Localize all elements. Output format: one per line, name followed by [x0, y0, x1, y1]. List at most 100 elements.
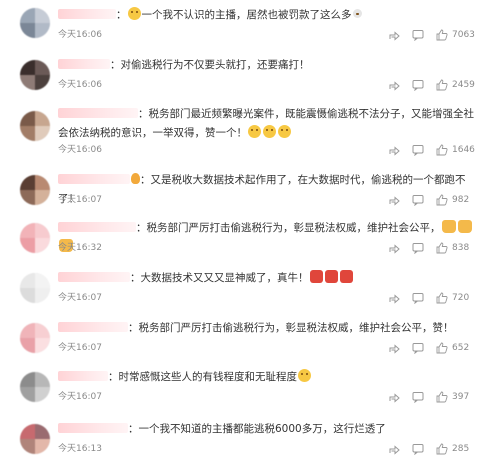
avatar[interactable] [20, 273, 50, 303]
avatar[interactable] [20, 175, 50, 205]
red-emoji-icon [324, 270, 338, 283]
avatar-tile [20, 288, 35, 303]
comment-icon[interactable] [412, 391, 424, 403]
share-icon[interactable] [388, 194, 400, 206]
comment-meta: 今天16:06 1646 [58, 143, 478, 157]
comment-item: ：又是税收大数据技术起作用了，在大数据时代，偷逃税的一个都跑不了！ 今天16:0… [0, 171, 500, 211]
avatar[interactable] [20, 424, 50, 454]
comment-text: 大数据技术又又又显神威了，真牛！ [140, 272, 309, 284]
avatar-tile [35, 424, 50, 439]
username-blurred[interactable] [58, 222, 136, 232]
avatar-tile [20, 8, 35, 23]
emoji-icon [352, 9, 362, 18]
timestamp: 今天16:07 [58, 293, 102, 303]
avatar[interactable] [20, 223, 50, 253]
red-emoji-icon [309, 270, 323, 283]
comment-meta: 今天16:06 2459 [58, 78, 478, 92]
colon: ： [116, 9, 127, 21]
username-blurred[interactable] [58, 322, 128, 332]
comment-text: 税务部门严厉打击偷逃税行为，彰显税法权威，维护社会公平， [146, 222, 441, 234]
like-icon[interactable] [436, 342, 448, 354]
avatar-tile [20, 23, 35, 38]
colon: ： [130, 272, 141, 284]
like-count: 1646 [452, 145, 475, 155]
username-blurred[interactable] [58, 272, 130, 282]
username-blurred[interactable] [58, 108, 138, 118]
username-blurred[interactable] [58, 59, 110, 69]
like-icon[interactable] [436, 242, 448, 254]
comment-meta: 今天16:32 838 [58, 241, 478, 255]
comment-body: ：对偷逃税行为不仅要头就打，还要痛打！ [58, 56, 480, 75]
comment-icon[interactable] [412, 29, 424, 41]
share-icon[interactable] [388, 79, 400, 91]
share-icon[interactable] [388, 391, 400, 403]
like-count: 2459 [452, 80, 475, 90]
comment-text: 税务部门严厉打击偷逃税行为，彰显税法权威，维护社会公平，赞！ [138, 322, 454, 334]
share-icon[interactable] [388, 242, 400, 254]
avatar-tile [35, 439, 50, 454]
comment-text: 一个我不知道的主播都能逃税6000多万，这行烂透了 [138, 423, 386, 435]
like-icon[interactable] [436, 29, 448, 41]
share-icon[interactable] [388, 292, 400, 304]
avatar[interactable] [20, 323, 50, 353]
timestamp: 今天16:07 [58, 195, 102, 205]
like-icon[interactable] [436, 79, 448, 91]
comment-icon[interactable] [412, 194, 424, 206]
comment-item: ：税务部门严厉打击偷逃税行为，彰显税法权威，维护社会公平，赞！ 今天16:07 … [0, 319, 500, 359]
comment-item: ：一个我不知道的主播都能逃税6000多万，这行烂透了 今天16:13 285 [0, 420, 500, 460]
comment-icon[interactable] [412, 342, 424, 354]
avatar-tile [35, 8, 50, 23]
username-blurred[interactable] [58, 9, 116, 19]
comment-icon[interactable] [412, 292, 424, 304]
avatar[interactable] [20, 372, 50, 402]
comment-meta: 今天16:07 397 [58, 390, 478, 404]
avatar-tile [20, 323, 35, 338]
colon: ： [128, 322, 139, 334]
avatar-tile [20, 439, 35, 454]
comment-icon[interactable] [412, 79, 424, 91]
smiley-emoji-icon [127, 7, 141, 20]
avatar[interactable] [20, 111, 50, 141]
like-count: 720 [452, 293, 470, 303]
comment-icon[interactable] [412, 443, 424, 455]
avatar-tile [35, 372, 50, 387]
username-blurred[interactable] [58, 371, 108, 381]
avatar[interactable] [20, 60, 50, 90]
username-blurred[interactable] [58, 423, 128, 433]
comment-body: ：大数据技术又又又显神威了，真牛！ [58, 269, 480, 288]
avatar-tile [35, 111, 50, 126]
avatar-tile [20, 238, 35, 253]
comment-item: ：税务部门最近频繁曝光案件，既能震慑偷逃税不法分子，又能增强全社会依法纳税的意识… [0, 105, 500, 161]
like-icon[interactable] [436, 194, 448, 206]
smiley-emoji-icon [278, 125, 291, 138]
comment-body: ：税务部门严厉打击偷逃税行为，彰显税法权威，维护社会公平，赞！ [58, 319, 480, 338]
comment-icon[interactable] [412, 242, 424, 254]
colon: ： [140, 174, 151, 186]
username-blurred[interactable] [58, 174, 130, 184]
share-icon[interactable] [388, 342, 400, 354]
red-emoji-icon [339, 270, 353, 283]
avatar[interactable] [20, 8, 50, 38]
comment-actions: 838 [388, 241, 478, 255]
avatar-tile [35, 175, 50, 190]
share-icon[interactable] [388, 443, 400, 455]
avatar-tile [20, 387, 35, 402]
like-count: 7063 [452, 30, 475, 40]
colon: ： [108, 371, 119, 383]
colon: ： [128, 423, 139, 435]
avatar-tile [35, 75, 50, 90]
like-icon[interactable] [436, 292, 448, 304]
like-icon[interactable] [436, 144, 448, 156]
like-count: 652 [452, 343, 470, 353]
comment-actions: 397 [388, 390, 478, 404]
share-icon[interactable] [388, 29, 400, 41]
like-icon[interactable] [436, 391, 448, 403]
share-icon[interactable] [388, 144, 400, 156]
avatar-tile [20, 190, 35, 205]
avatar-tile [35, 273, 50, 288]
comment-icon[interactable] [412, 144, 424, 156]
timestamp: 今天16:07 [58, 392, 102, 402]
comment-text: 一个我不认识的主播，居然也被罚款了这么多 [141, 9, 352, 21]
like-icon[interactable] [436, 443, 448, 455]
comment-item: ：时常感慨这些人的有钱程度和无耻程度 今天16:07 397 [0, 368, 500, 408]
